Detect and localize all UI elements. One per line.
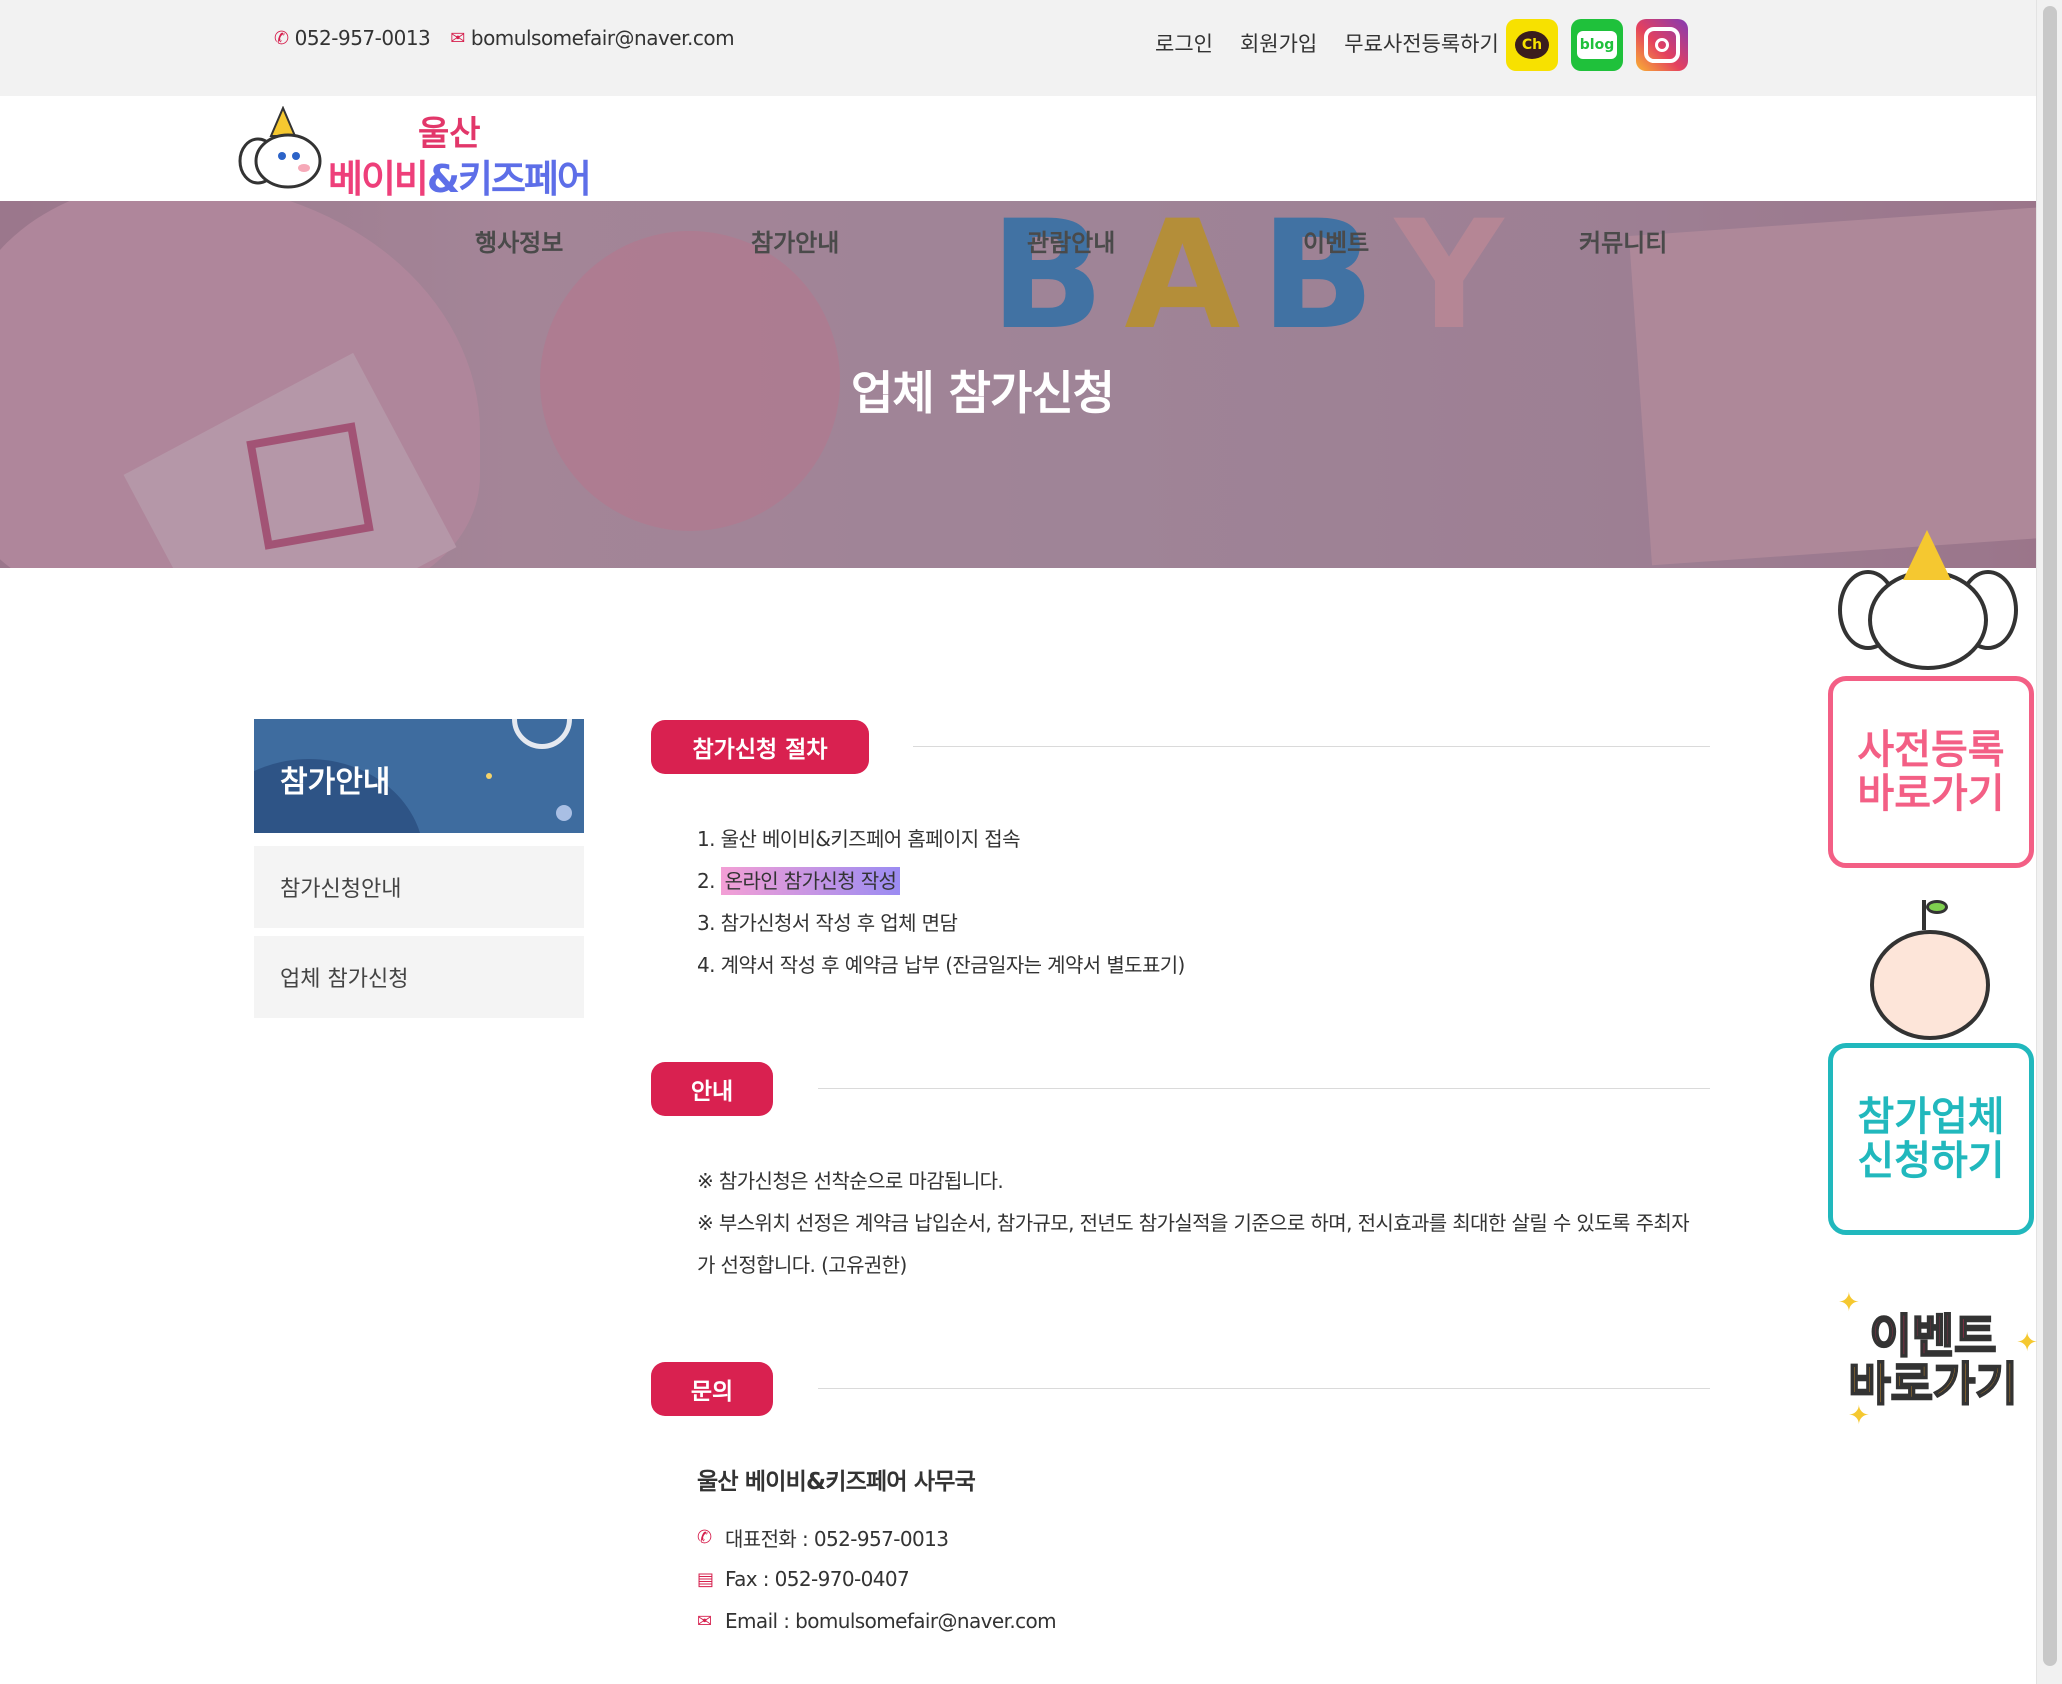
top-phone: ✆ 052-957-0013: [274, 26, 431, 50]
nav-community[interactable]: 커뮤니티: [1579, 223, 1855, 258]
nav-participation[interactable]: 참가안내: [751, 223, 1027, 258]
procedure-list: 1. 울산 베이비&키즈페어 홈페이지 접속 2. 온라인 참가신청 작성 3.…: [697, 818, 1185, 986]
scrollbar-thumb[interactable]: [2043, 6, 2057, 1666]
inquiry-email-text[interactable]: Email : bomulsomefair@naver.com: [725, 1609, 1057, 1633]
inquiry-title: 울산 베이비&키즈페어 사무국: [697, 1469, 976, 1495]
envelope-icon: ✉: [450, 27, 465, 49]
elephant-mascot-icon: [238, 106, 322, 189]
notice-line: 가 선정합니다. (고유권한): [697, 1253, 907, 1277]
preregister-line: 사전등록: [1857, 727, 2005, 773]
exhibitor-apply-quick-button[interactable]: 참가업체 신청하기: [1828, 1043, 2034, 1235]
blog-button[interactable]: blog: [1571, 19, 1623, 71]
inquiry-email[interactable]: ✉ Email : bomulsomefair@naver.com: [697, 1600, 1057, 1642]
nav-visitor-info[interactable]: 관람안내: [1027, 223, 1303, 258]
site-logo[interactable]: 울산 베이비&키즈페어: [238, 106, 598, 201]
logo-title-kids: &키즈페어: [426, 157, 592, 201]
procedure-step: 4. 계약서 작성 후 예약금 납부 (잔금일자는 계약서 별도표기): [697, 953, 1185, 977]
sidebar-decor-small-dot: [486, 773, 492, 779]
inquiry-badge: 문의: [651, 1362, 773, 1416]
sparkle-icon: ✦: [2016, 1328, 2038, 1358]
top-bar: ✆ 052-957-0013 ✉ bomulsomefair@naver.com…: [0, 0, 2036, 96]
kakao-channel-button[interactable]: Ch: [1506, 19, 1558, 71]
procedure-step: 3. 참가신청서 작성 후 업체 면담: [697, 911, 958, 935]
exhibitor-apply-quick-label: 참가업체 신청하기: [1833, 1048, 2029, 1230]
sparkle-icon: ✦: [1838, 1288, 1860, 1318]
sparkle-icon: ✦: [1848, 1400, 1870, 1431]
sidebar-item-exhibitor-application[interactable]: 업체 참가신청: [254, 936, 584, 1018]
logo-title-baby: 베이비: [328, 157, 429, 201]
top-links: 로그인 회원가입 무료사전등록하기: [1155, 28, 1526, 58]
instagram-icon: [1644, 27, 1680, 63]
blog-icon: blog: [1577, 31, 1617, 59]
mascot-head: [1868, 570, 1988, 670]
top-contact: ✆ 052-957-0013 ✉ bomulsomefair@naver.com: [274, 26, 754, 50]
inquiry-fax: ▤ Fax : 052-970-0407: [697, 1558, 1056, 1600]
procedure-badge: 참가신청 절차: [651, 720, 869, 774]
exhibitor-line: 신청하기: [1857, 1138, 2005, 1184]
signup-link[interactable]: 회원가입: [1240, 28, 1317, 58]
social-links: Ch blog: [1506, 19, 1701, 71]
preregister-quick-button[interactable]: 사전등록 바로가기: [1828, 676, 2034, 868]
procedure-step: 1. 울산 베이비&키즈페어 홈페이지 접속: [697, 827, 1021, 851]
fax-icon: ▤: [697, 1568, 714, 1590]
preregister-quick-label: 사전등록 바로가기: [1833, 681, 2029, 863]
inquiry-contact-list: ✆ 대표전화 : 052-957-0013 ▤ Fax : 052-970-0407…: [697, 1516, 1057, 1642]
event-line: 이벤트: [1869, 1308, 1998, 1363]
procedure-step: 2. 온라인 참가신청 작성: [697, 860, 1185, 902]
page-scrollbar[interactable]: [2036, 0, 2062, 1684]
top-phone-text: 052-957-0013: [294, 26, 431, 50]
baby-mascot-icon: [1860, 900, 2000, 1045]
inquiry-phone-text: 대표전화 : 052-957-0013: [725, 1526, 949, 1551]
event-line: 바로가기: [1847, 1357, 2018, 1411]
procedure-step-number: 2.: [697, 869, 721, 893]
elephant-mascot-icon: [1838, 530, 2018, 680]
notice-list: ※ 참가신청은 선착순으로 마감됩니다. ※ 부스위치 선정은 계약금 납입순서…: [697, 1160, 1690, 1286]
baby-face: [1870, 930, 1990, 1040]
sprout-leaf: [1926, 900, 1948, 914]
inquiry-phone: ✆ 대표전화 : 052-957-0013: [697, 1516, 1056, 1558]
phone-icon: ✆: [274, 27, 289, 49]
sidebar-item-application-guide[interactable]: 참가신청안내: [254, 846, 584, 928]
sidebar-decor-dot: [556, 805, 572, 821]
party-hat-icon: [1903, 530, 1951, 580]
event-quick-button[interactable]: ✦ ✦ ✦ 이벤트 바로가기: [1828, 1288, 2038, 1431]
notice-divider: [818, 1088, 1710, 1089]
instagram-button[interactable]: [1636, 19, 1688, 71]
hero-banner: B A B Y 행사정보 참가안내 관람안내 이벤트 커뮤니티 업체 참가신청: [0, 201, 2036, 568]
sidebar-title: 참가안내: [280, 765, 391, 800]
procedure-step-highlight: 온라인 참가신청 작성: [720, 867, 901, 895]
exhibitor-line: 참가업체: [1857, 1094, 2005, 1140]
inquiry-fax-text: Fax : 052-970-0407: [725, 1567, 910, 1591]
top-email[interactable]: ✉ bomulsomefair@naver.com: [450, 26, 734, 50]
sidebar-decor-ring: [512, 719, 572, 749]
inquiry-divider: [818, 1388, 1710, 1389]
site-header: 울산 베이비&키즈페어: [0, 96, 2036, 201]
preregister-line: 바로가기: [1857, 771, 2005, 817]
free-preregister-link[interactable]: 무료사전등록하기: [1344, 28, 1499, 58]
phone-icon: ✆: [697, 1526, 712, 1548]
logo-title-main: 베이비&키즈페어: [328, 148, 592, 203]
envelope-icon: ✉: [697, 1610, 712, 1632]
page-title: 업체 참가신청: [851, 366, 1115, 420]
notice-line: ※ 부스위치 선정은 계약금 납입순서, 참가규모, 전년도 참가실적을 기준으…: [697, 1211, 1690, 1235]
login-link[interactable]: 로그인: [1155, 28, 1213, 58]
main-nav: 행사정보 참가안내 관람안내 이벤트 커뮤니티: [475, 223, 1855, 258]
nav-events[interactable]: 이벤트: [1303, 223, 1579, 258]
kakao-channel-icon: Ch: [1515, 31, 1549, 59]
nav-event-info[interactable]: 행사정보: [475, 223, 751, 258]
notice-line: ※ 참가신청은 선착순으로 마감됩니다.: [697, 1169, 1004, 1193]
procedure-divider: [913, 746, 1710, 747]
notice-badge: 안내: [651, 1062, 773, 1116]
top-email-text[interactable]: bomulsomefair@naver.com: [471, 26, 735, 50]
sidebar-header: 참가안내: [254, 719, 584, 833]
